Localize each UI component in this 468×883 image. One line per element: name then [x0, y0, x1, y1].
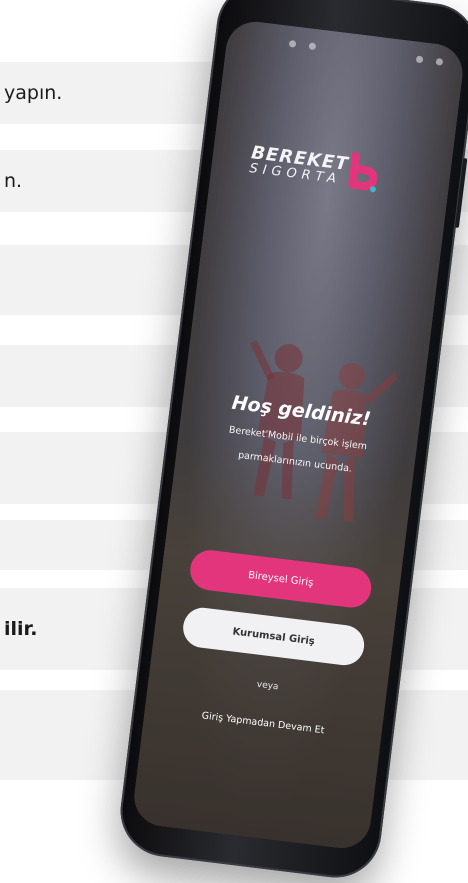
status-bar [276, 34, 444, 68]
background-row-text: n. [4, 170, 23, 192]
corporate-login-button[interactable]: Kurumsal Giriş [180, 605, 367, 668]
brand-logo: BEREKET SIGORTA [249, 142, 378, 193]
or-divider-text: veya [256, 679, 279, 693]
continue-without-login-link[interactable]: Giriş Yapmadan Devam Et [144, 703, 382, 743]
camera-icon [288, 39, 297, 48]
background-row-text: ilir. [4, 618, 38, 640]
logo-b-mark-icon [348, 152, 378, 193]
battery-icon [435, 57, 444, 66]
signal-icon [415, 55, 424, 64]
background-row-text: yapın. [4, 82, 63, 104]
sensor-icon [308, 42, 317, 51]
individual-login-button[interactable]: Bireysel Giriş [187, 547, 374, 610]
promo-image: yapın. n. ilir. BEREKET SIGORTA Hoş geld… [0, 0, 468, 883]
